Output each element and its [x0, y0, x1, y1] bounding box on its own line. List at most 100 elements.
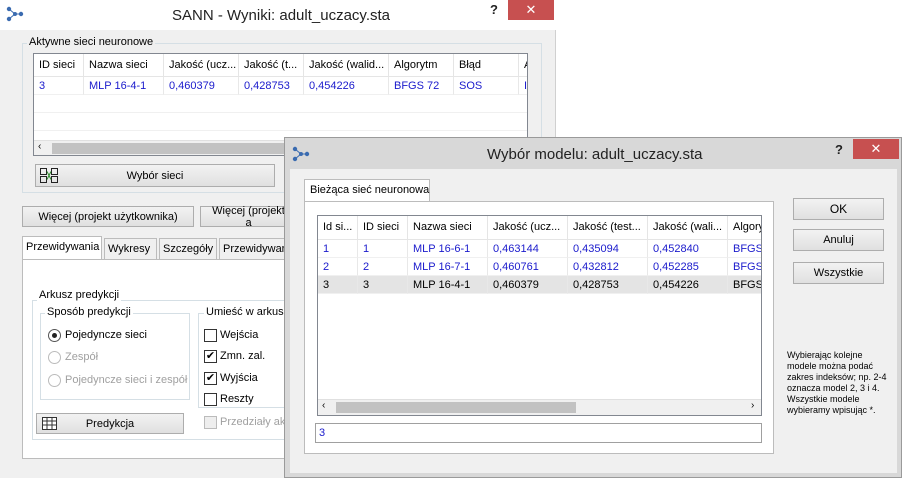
scroll-thumb[interactable] — [336, 402, 576, 413]
table-row[interactable]: SOS — [454, 77, 519, 95]
checkbox-inputs[interactable] — [204, 329, 217, 342]
grid-header[interactable]: Algorytm — [389, 54, 454, 77]
radio-dot — [52, 333, 57, 338]
scroll-left-icon[interactable]: ‹ — [38, 141, 41, 152]
table-row[interactable]: MLP 16-7-1 — [408, 258, 488, 276]
hint-text: Wybierając kolejne modele można podać za… — [787, 350, 887, 415]
more-user-project-button[interactable]: Więcej (projekt użytkownika) — [22, 206, 194, 227]
table-row[interactable]: 0,432812 — [568, 258, 648, 276]
table-row[interactable]: MLP 16-4-1 — [408, 276, 488, 294]
select-network-label: Wybór sieci — [126, 169, 184, 182]
table-row[interactable]: BFGS — [728, 276, 761, 294]
check-icon: ✔ — [205, 350, 216, 362]
scroll-thumb[interactable] — [52, 143, 292, 154]
table-row[interactable]: MLP 16-4-1 — [84, 77, 164, 95]
table-row[interactable]: 2 — [358, 258, 408, 276]
table-row[interactable]: 0,452285 — [648, 258, 728, 276]
grid-header[interactable]: Jakość (wali... — [648, 216, 728, 240]
dialog-title: Wybór modelu: adult_uczacy.sta — [487, 146, 703, 163]
radio-single[interactable] — [48, 329, 61, 342]
grid-header[interactable]: ID sieci — [358, 216, 408, 240]
table-row[interactable]: 0,460379 — [488, 276, 568, 294]
radio-ensemble-label: Zespół — [65, 351, 99, 363]
radio-both-label: Pojedyncze sieci i zespół — [65, 374, 188, 386]
ok-button[interactable]: OK — [793, 198, 884, 220]
checkbox-target[interactable]: ✔ — [204, 350, 217, 363]
radio-ensemble[interactable] — [48, 351, 61, 364]
grid-header[interactable]: A — [519, 54, 527, 77]
select-network-button[interactable]: Wybór sieci — [35, 164, 275, 187]
dialog-app-icon — [292, 146, 310, 162]
table-row[interactable]: 0,454226 — [648, 276, 728, 294]
tab-charts[interactable]: Wykresy — [104, 238, 157, 260]
models-grid[interactable]: Id si... ID sieci Nazwa sieci Jakość (uc… — [317, 215, 762, 416]
tab-current-network[interactable]: Bieżąca sieć neuronowa — [304, 179, 430, 203]
scroll-right-icon[interactable]: › — [751, 400, 754, 411]
table-row[interactable]: BFGS — [728, 240, 761, 258]
grid-header[interactable]: Jakość (test... — [568, 216, 648, 240]
predict-label: Predykcja — [85, 417, 135, 430]
grid-header[interactable]: Jakość (ucz... — [164, 54, 239, 77]
table-row[interactable]: 0,428753 — [239, 77, 304, 95]
predict-button[interactable]: Predykcja — [36, 413, 184, 434]
grid-header[interactable]: Jakość (t... — [239, 54, 304, 77]
checkbox-inputs-label: Wejścia — [220, 329, 259, 341]
tab-predictions[interactable]: Przewidywania — [22, 236, 102, 260]
grid-empty-lines — [34, 95, 527, 140]
radio-single-label: Pojedyncze sieci — [65, 329, 147, 341]
method-label: Sposób predykcji — [45, 306, 133, 318]
table-row[interactable]: BFGS — [728, 258, 761, 276]
close-icon[interactable]: ✕ — [508, 0, 554, 20]
table-row[interactable]: 0,463144 — [488, 240, 568, 258]
checkbox-intervals[interactable] — [204, 416, 217, 429]
dialog-help-icon[interactable]: ? — [835, 142, 843, 157]
cancel-button[interactable]: Anuluj — [793, 229, 884, 251]
dialog-close-icon[interactable]: ✕ — [853, 139, 899, 159]
dialog-horizontal-scrollbar[interactable]: ‹ › — [318, 399, 761, 415]
main-window-title: SANN - Wyniki: adult_uczacy.sta — [172, 7, 390, 24]
model-index-input[interactable]: 3 — [315, 423, 762, 443]
table-row[interactable]: 3 — [34, 77, 84, 95]
table-row[interactable]: 0,452840 — [648, 240, 728, 258]
grid-header[interactable]: ID sieci — [34, 54, 84, 77]
checkbox-intervals-label: Przedziały ak — [220, 416, 286, 428]
scroll-left-icon[interactable]: ‹ — [322, 400, 325, 411]
table-row[interactable]: 0,460761 — [488, 258, 568, 276]
place-in-sheet-label: Umieść w arkusz — [204, 306, 292, 318]
tab-predictions-2[interactable]: Przewidywar — [219, 238, 289, 260]
app-icon — [6, 6, 24, 22]
grid-header[interactable]: Jakość (walid... — [304, 54, 389, 77]
table-row[interactable]: 0,454226 — [304, 77, 389, 95]
grid-header[interactable]: Nazwa sieci — [84, 54, 164, 77]
checkbox-residuals-label: Reszty — [220, 393, 254, 405]
method-group — [40, 313, 190, 400]
help-icon[interactable]: ? — [490, 2, 498, 17]
active-networks-label: Aktywne sieci neuronowe — [27, 36, 156, 48]
grid-header[interactable]: Id si... — [318, 216, 358, 240]
table-row[interactable]: MLP 16-6-1 — [408, 240, 488, 258]
table-row[interactable]: I — [519, 77, 527, 95]
table-row[interactable]: 0,435094 — [568, 240, 648, 258]
grid-header[interactable]: Jakość (ucz... — [488, 216, 568, 240]
table-row[interactable]: 0,460379 — [164, 77, 239, 95]
model-selection-dialog: Wybór modelu: adult_uczacy.sta ? ✕ Bieżą… — [284, 137, 902, 478]
radio-both[interactable] — [48, 374, 61, 387]
table-icon — [42, 417, 57, 430]
tab-details[interactable]: Szczegóły — [159, 238, 217, 260]
table-row[interactable]: 3 — [318, 276, 358, 294]
grid-header[interactable]: Nazwa sieci — [408, 216, 488, 240]
table-row[interactable]: 1 — [318, 240, 358, 258]
network-select-icon — [40, 168, 58, 183]
all-button[interactable]: Wszystkie — [793, 262, 884, 284]
checkbox-outputs[interactable]: ✔ — [204, 372, 217, 385]
table-row[interactable]: 1 — [358, 240, 408, 258]
table-row[interactable]: BFGS 72 — [389, 77, 454, 95]
grid-header[interactable]: Algory — [728, 216, 761, 240]
grid-header[interactable]: Błąd — [454, 54, 519, 77]
more-auto-project-button[interactable]: Więcej (projekt a — [200, 205, 290, 229]
check-icon: ✔ — [205, 372, 216, 384]
table-row[interactable]: 2 — [318, 258, 358, 276]
checkbox-residuals[interactable] — [204, 393, 217, 406]
table-row[interactable]: 3 — [358, 276, 408, 294]
table-row[interactable]: 0,428753 — [568, 276, 648, 294]
